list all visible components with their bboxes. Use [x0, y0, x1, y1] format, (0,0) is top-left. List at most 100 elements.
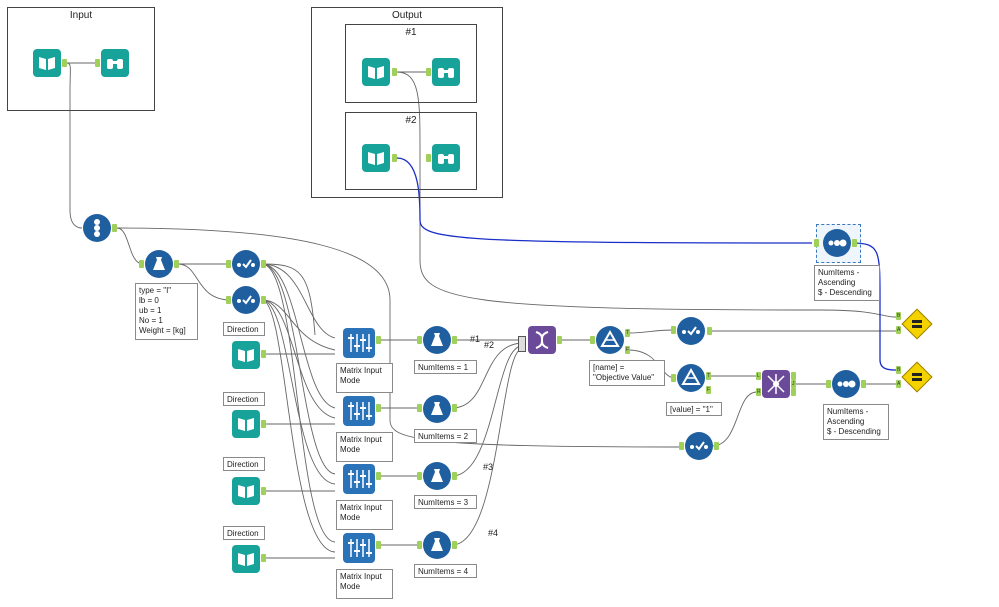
input-anchor[interactable] — [679, 442, 684, 450]
output-anchor[interactable] — [376, 404, 381, 412]
input-anchor[interactable] — [226, 296, 231, 304]
book-input-icon[interactable] — [232, 341, 260, 369]
filter-annotation: [value] = "1" — [666, 402, 722, 416]
filter-triangle-icon[interactable] — [596, 326, 624, 354]
output-anchor[interactable] — [392, 68, 397, 76]
output-anchor[interactable] — [452, 541, 457, 549]
formula-flask-icon[interactable] — [423, 462, 451, 490]
input-container-title: Input — [69, 10, 93, 21]
wire — [261, 299, 336, 351]
input-anchor[interactable] — [417, 404, 422, 412]
sort-dots-icon[interactable] — [823, 229, 851, 257]
test-anchor-letter: B — [897, 367, 901, 373]
check-select-icon[interactable] — [677, 317, 705, 345]
output-anchor[interactable] — [791, 388, 796, 396]
book-input-icon[interactable] — [232, 410, 260, 438]
output-anchor[interactable] — [261, 296, 266, 304]
book-input-icon[interactable] — [232, 477, 260, 505]
numitems-annotation: NumItems = 3 — [414, 495, 477, 509]
output-anchor[interactable] — [791, 372, 796, 380]
book-input-icon[interactable] — [362, 144, 390, 172]
output-anchor[interactable] — [376, 541, 381, 549]
check-select-icon[interactable] — [685, 432, 713, 460]
formula-flask-icon[interactable] — [145, 250, 173, 278]
matrix-tool-icon[interactable] — [343, 328, 375, 358]
binoculars-browse-icon[interactable] — [101, 49, 129, 77]
output-anchor[interactable] — [376, 472, 381, 480]
output-anchor[interactable] — [707, 327, 712, 335]
output-anchor[interactable] — [852, 239, 857, 247]
output-anchor[interactable] — [452, 336, 457, 344]
wire — [261, 263, 336, 475]
input-container[interactable]: Input — [7, 7, 155, 111]
matrix-annotation: Matrix Input Mode — [336, 500, 393, 530]
output-anchor[interactable] — [261, 420, 266, 428]
output-anchor[interactable] — [452, 472, 457, 480]
wire — [261, 263, 336, 339]
wire — [711, 391, 758, 447]
output-anchor[interactable] — [392, 154, 397, 162]
formula-flask-icon[interactable] — [423, 395, 451, 423]
input-anchor[interactable] — [426, 68, 431, 76]
book-input-icon[interactable] — [232, 545, 260, 573]
output-container-title: Output — [391, 10, 423, 21]
input-anchor[interactable] — [417, 336, 422, 344]
matrix-annotation: Matrix Input Mode — [336, 363, 393, 393]
wire — [261, 263, 316, 336]
join-star-icon[interactable] — [762, 370, 790, 398]
binoculars-browse-icon[interactable] — [432, 144, 460, 172]
output-anchor[interactable] — [261, 487, 266, 495]
output-subcontainer-1-title: #1 — [405, 27, 417, 38]
output-anchor[interactable] — [714, 442, 719, 450]
record-id-icon[interactable] — [83, 214, 111, 242]
wire — [261, 263, 336, 409]
output-anchor[interactable] — [174, 260, 179, 268]
input-anchor[interactable] — [139, 260, 144, 268]
output-anchor[interactable] — [112, 224, 117, 232]
wire — [261, 299, 336, 553]
true-anchor-letter: T — [707, 373, 711, 379]
sort-annotation: NumItems - Ascending $ - Descending — [823, 404, 889, 440]
binoculars-browse-icon[interactable] — [432, 58, 460, 86]
input-anchor[interactable] — [671, 374, 676, 382]
direction-label: Direction — [223, 322, 265, 336]
input-anchor[interactable] — [590, 336, 595, 344]
matrix-tool-icon[interactable] — [343, 533, 375, 563]
wire-label: #2 — [484, 340, 495, 350]
matrix-tool-icon[interactable] — [343, 396, 375, 426]
check-select-icon[interactable] — [232, 286, 260, 314]
check-select-icon[interactable] — [232, 250, 260, 278]
input-anchor[interactable] — [417, 472, 422, 480]
direction-label: Direction — [223, 392, 265, 406]
output-subcontainer-2-title: #2 — [405, 115, 417, 126]
sort-dots-icon[interactable] — [832, 370, 860, 398]
equals-icon — [912, 373, 922, 381]
wire — [627, 329, 676, 334]
input-anchor[interactable] — [826, 380, 831, 388]
filter-annotation: [name] = "Objective Value" — [589, 360, 665, 386]
formula-flask-icon[interactable] — [423, 326, 451, 354]
output-anchor[interactable] — [261, 554, 266, 562]
numitems-annotation: NumItems = 1 — [414, 360, 477, 374]
output-anchor[interactable] — [62, 59, 67, 67]
input-anchor[interactable] — [226, 260, 231, 268]
input-anchor[interactable] — [671, 326, 676, 334]
output-anchor[interactable] — [261, 260, 266, 268]
formula-flask-icon[interactable] — [423, 531, 451, 559]
dna-transform-icon[interactable] — [528, 326, 556, 354]
input-anchor[interactable] — [426, 154, 431, 162]
input-anchor[interactable] — [814, 239, 819, 247]
output-anchor[interactable] — [376, 336, 381, 344]
matrix-annotation: Matrix Input Mode — [336, 569, 393, 599]
matrix-tool-icon[interactable] — [343, 464, 375, 494]
output-anchor[interactable] — [861, 380, 866, 388]
input-anchor[interactable] — [417, 541, 422, 549]
book-input-icon[interactable] — [362, 58, 390, 86]
input-anchor[interactable] — [95, 59, 100, 67]
output-anchor[interactable] — [557, 336, 562, 344]
union-anchor[interactable] — [518, 336, 526, 352]
filter-triangle-icon[interactable] — [677, 364, 705, 392]
output-anchor[interactable] — [261, 350, 266, 358]
book-input-icon[interactable] — [33, 49, 61, 77]
output-anchor[interactable] — [452, 404, 457, 412]
